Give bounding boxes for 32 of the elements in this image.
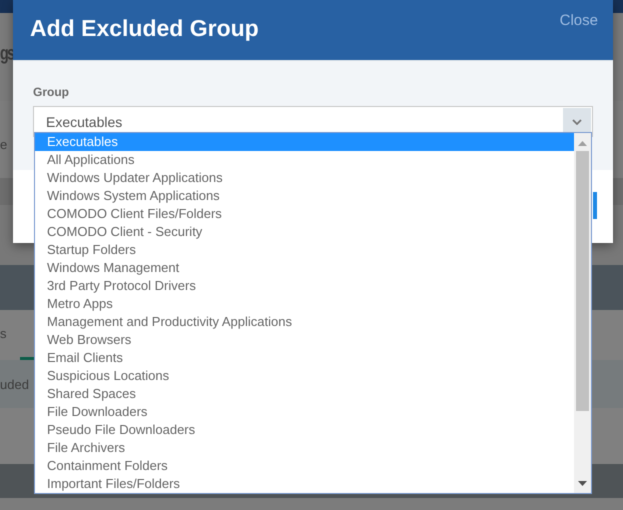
option-item[interactable]: COMODO Client - Security — [35, 223, 574, 241]
scroll-down-icon[interactable] — [578, 481, 587, 486]
scroll-up-icon[interactable] — [578, 141, 587, 146]
option-item[interactable]: Executables — [35, 133, 574, 151]
option-item[interactable]: Startup Folders — [35, 241, 574, 259]
option-item[interactable]: Pseudo File Downloaders — [35, 421, 574, 439]
option-item[interactable]: Web Browsers — [35, 331, 574, 349]
close-link[interactable]: Close — [560, 12, 598, 29]
option-item[interactable]: Suspicious Locations — [35, 367, 574, 385]
field-label: Group — [33, 85, 70, 99]
option-item[interactable]: Windows Updater Applications — [35, 169, 574, 187]
option-item[interactable]: Metro Apps — [35, 295, 574, 313]
chevron-down-icon — [572, 118, 582, 124]
option-item[interactable]: Email Clients — [35, 349, 574, 367]
option-item[interactable]: Management and Productivity Applications — [35, 313, 574, 331]
option-item[interactable]: Shared Spaces — [35, 385, 574, 403]
dialog-title: Add Excluded Group — [30, 15, 259, 42]
option-item[interactable]: Windows System Applications — [35, 187, 574, 205]
option-item[interactable]: File Downloaders — [35, 403, 574, 421]
scrollbar[interactable] — [574, 133, 591, 493]
button[interactable] — [593, 192, 597, 219]
background-label: e — [0, 137, 8, 152]
scrollbar-thumb[interactable] — [576, 151, 589, 411]
option-item[interactable]: Windows Management — [35, 259, 574, 277]
option-item[interactable]: File Archivers — [35, 439, 574, 457]
option-item[interactable]: Containment Folders — [35, 457, 574, 475]
option-item[interactable]: COMODO Client Files/Folders — [35, 205, 574, 223]
option-item[interactable]: 3rd Party Protocol Drivers — [35, 277, 574, 295]
option-item[interactable]: Important Files/Folders — [35, 475, 574, 493]
tab-label: s — [0, 326, 6, 341]
background-row-text: uded — [0, 376, 29, 392]
option-item[interactable]: All Applications — [35, 151, 574, 169]
